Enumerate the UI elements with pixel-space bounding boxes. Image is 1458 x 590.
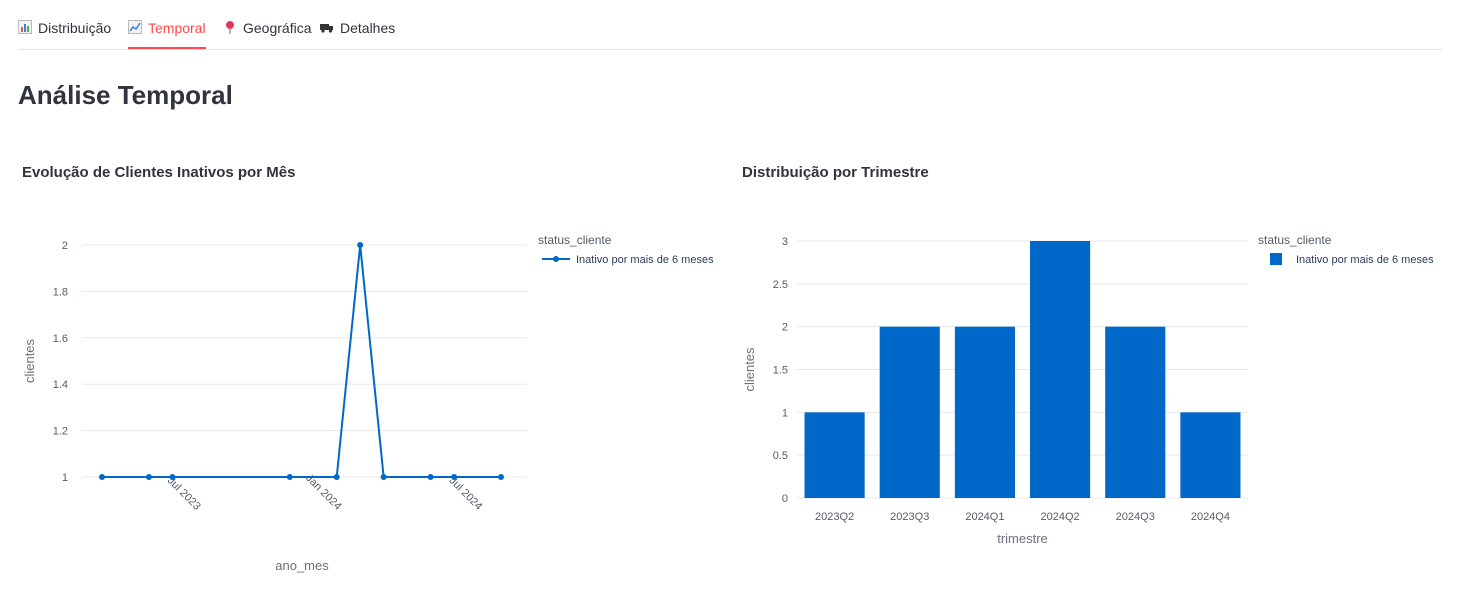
- line-chart[interactable]: 11.21.41.61.82Jul 2023 Jan 2024 Jul 2024an…: [0, 200, 730, 590]
- legend-swatch-icon: [1270, 253, 1282, 265]
- x-tick-label: 2024Q4: [1191, 511, 1230, 523]
- data-point: [498, 474, 504, 480]
- data-point: [451, 474, 458, 480]
- y-tick-label: 2: [782, 322, 788, 334]
- x-tick-label: Jul 2024: [447, 475, 485, 513]
- data-point: [380, 474, 387, 480]
- y-tick-label: 2.5: [773, 279, 788, 291]
- data-point: [286, 474, 293, 480]
- x-tick-label: 2024Q2: [1041, 511, 1080, 523]
- x-tick-label: 2024Q1: [965, 511, 1004, 523]
- bar: [1180, 412, 1241, 498]
- legend-title: status_cliente: [538, 233, 612, 247]
- data-point: [333, 474, 340, 480]
- y-tick-label: 2: [62, 240, 68, 252]
- pin-icon: [223, 20, 237, 34]
- legend-title: status_cliente: [1258, 233, 1332, 247]
- y-tick-label: 0: [782, 493, 788, 505]
- tab-label: Geográfica: [243, 20, 312, 36]
- tab-detalhes[interactable]: Detalhes: [320, 20, 395, 49]
- y-tick-label: 1.2: [53, 426, 68, 438]
- data-point: [357, 242, 364, 248]
- bar: [804, 412, 865, 498]
- x-axis-title: trimestre: [997, 531, 1048, 546]
- x-axis-title: ano_mes: [275, 558, 329, 573]
- tab-geografica[interactable]: Geográfica: [223, 20, 311, 49]
- x-tick-label: 2023Q3: [890, 511, 929, 523]
- x-tick-label: Jul 2023: [165, 475, 203, 513]
- y-tick-label: 1: [62, 472, 68, 484]
- y-tick-label: 0.5: [773, 450, 788, 462]
- tab-temporal[interactable]: Temporal: [128, 20, 206, 49]
- tab-label: Temporal: [148, 20, 206, 36]
- y-axis-title: clientes: [22, 338, 37, 383]
- bar: [879, 326, 940, 498]
- y-axis-title: clientes: [742, 347, 757, 392]
- y-tick-label: 1.4: [53, 379, 68, 391]
- tab-bar: Distribuição Temporal Geográfica Detalhe…: [18, 0, 1442, 50]
- line-chart-title: Evolução de Clientes Inativos por Mês: [22, 164, 296, 181]
- bar: [954, 326, 1015, 498]
- bar-chart-icon: [18, 20, 32, 34]
- bar: [1030, 241, 1091, 498]
- bar-chart-title: Distribuição por Trimestre: [742, 164, 929, 181]
- y-tick-label: 1.8: [53, 286, 68, 298]
- data-point: [145, 474, 152, 480]
- line-chart-icon: [128, 20, 142, 34]
- y-tick-label: 1: [782, 407, 788, 419]
- legend-marker-icon: [553, 256, 559, 262]
- bar-chart[interactable]: 0 0.5 1 1.5 2 2.5 3 2023Q2 2023Q3 2024Q1 2024Q2 202…: [730, 200, 1458, 590]
- legend-label: Inativo por mais de 6 meses: [576, 254, 714, 266]
- data-point: [427, 474, 434, 480]
- tab-label: Distribuição: [38, 20, 112, 36]
- series-line: [102, 244, 501, 478]
- y-tick-label: 1.6: [53, 333, 68, 345]
- page-title: Análise Temporal: [18, 80, 233, 110]
- tab-label: Detalhes: [340, 20, 396, 36]
- x-tick-label: 2023Q2: [815, 511, 854, 523]
- truck-icon: [320, 20, 334, 34]
- data-point: [169, 474, 176, 480]
- data-point: [99, 474, 105, 480]
- tab-distribuicao[interactable]: Distribuição: [18, 20, 111, 49]
- y-tick-label: 3: [782, 236, 788, 248]
- legend-label: Inativo por mais de 6 meses: [1296, 254, 1434, 266]
- y-tick-label: 1.5: [773, 365, 788, 377]
- x-tick-label: 2024Q3: [1116, 511, 1155, 523]
- bar: [1105, 326, 1166, 498]
